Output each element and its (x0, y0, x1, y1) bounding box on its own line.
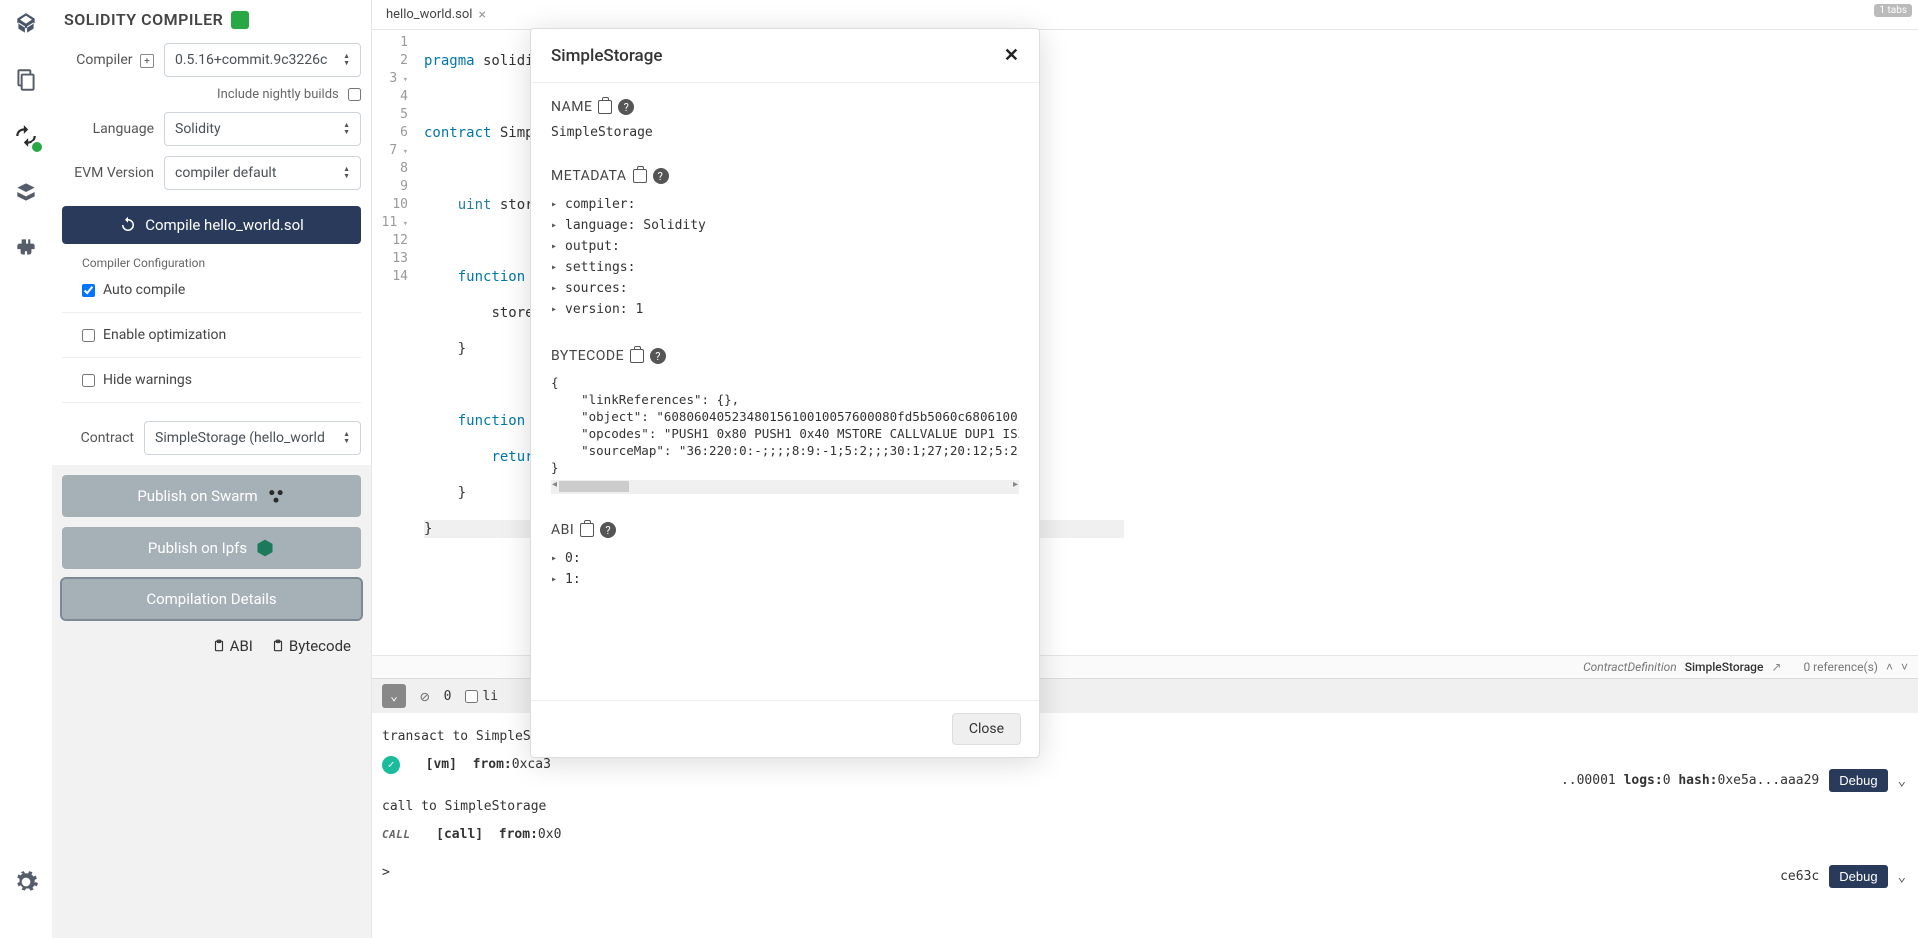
copy-abi-button[interactable]: ABI (212, 637, 253, 655)
help-icon[interactable]: ? (653, 168, 669, 184)
settings-icon[interactable] (10, 866, 42, 898)
tab-hello-world[interactable]: hello_world.sol × (378, 3, 494, 27)
publish-swarm-button[interactable]: Publish on Swarm (62, 475, 361, 517)
help-icon[interactable]: ? (618, 99, 634, 115)
book-icon[interactable] (231, 11, 249, 29)
terminal-prompt[interactable]: > (382, 859, 1908, 887)
line-gutter: 1234567891011121314 (372, 30, 416, 655)
plugin-icon[interactable] (10, 232, 42, 264)
tree-item[interactable]: version: 1 (551, 299, 1019, 320)
listen-checkbox[interactable] (465, 690, 478, 703)
tree-item[interactable]: language: Solidity (551, 215, 1019, 236)
pending-count: 0 (444, 689, 452, 704)
chevron-down-icon[interactable]: ˅ (1901, 660, 1908, 674)
compiler-panel: SOLIDITY COMPILER Compiler + 0.5.16+comm… (52, 0, 372, 938)
icon-sidebar (0, 0, 52, 938)
compilation-details-modal: SimpleStorage ✕ NAME ? SimpleStorage MET… (530, 28, 1040, 758)
language-label: Language (62, 121, 154, 137)
tree-item[interactable]: output: (551, 236, 1019, 257)
tree-item[interactable]: sources: (551, 278, 1019, 299)
tree-item[interactable]: compiler: (551, 194, 1019, 215)
bytecode-content: { "linkReferences": {}, "object": "60806… (551, 374, 1019, 476)
modal-close-button[interactable]: Close (952, 713, 1021, 745)
clipboard-icon[interactable] (598, 100, 612, 114)
evm-label: EVM Version (62, 165, 154, 181)
contract-select[interactable]: SimpleStorage (hello_world (144, 421, 361, 455)
compilation-details-button[interactable]: Compilation Details (62, 579, 361, 619)
terminal-row-right: ce63c Debug ⌄ (1780, 865, 1906, 888)
nightly-checkbox[interactable] (348, 88, 361, 101)
tree-item[interactable]: 0: (551, 548, 1019, 569)
call-tag: CALL (382, 821, 411, 849)
close-tab-icon[interactable]: × (478, 7, 485, 23)
terminal-line: CALL [call] from:0x0 (382, 821, 1908, 849)
optimization-checkbox[interactable] (82, 329, 95, 342)
modal-close-icon[interactable]: ✕ (1004, 45, 1019, 66)
terminal-line: call to SimpleStorage (382, 793, 1908, 821)
copy-bytecode-button[interactable]: Bytecode (271, 637, 351, 655)
help-icon[interactable]: ? (650, 348, 666, 364)
nightly-row: Include nightly builds (62, 87, 361, 102)
terminal-toggle-icon[interactable]: ⌄ (382, 684, 406, 708)
autocompile-label: Auto compile (103, 282, 185, 298)
help-icon[interactable]: ? (600, 522, 616, 538)
share-icon[interactable]: ↗ (1771, 660, 1781, 674)
contract-label: Contract (62, 430, 134, 446)
clipboard-icon[interactable] (630, 349, 644, 363)
plus-icon[interactable]: + (140, 54, 154, 68)
compiler-label: Compiler + (62, 52, 154, 69)
panel-title: SOLIDITY COMPILER (62, 10, 361, 29)
clipboard-icon[interactable] (580, 523, 594, 537)
modal-title: SimpleStorage (551, 46, 662, 66)
file-explorer-icon[interactable] (10, 64, 42, 96)
expand-icon[interactable]: ⌄ (1898, 869, 1906, 885)
editor-tabs: hello_world.sol × 1 tabs (372, 0, 1918, 30)
section-bytecode-title: BYTECODE ? (551, 348, 1019, 364)
evm-select[interactable]: compiler default (164, 156, 361, 190)
tree-item[interactable]: 1: (551, 569, 1019, 590)
terminal-row-right: ..00001 logs:0 hash:0xe5a...aaa29 Debug … (1561, 769, 1906, 792)
compile-button[interactable]: Compile hello_world.sol (62, 206, 361, 244)
refresh-icon (119, 216, 137, 234)
debug-button[interactable]: Debug (1829, 769, 1887, 792)
optimization-label: Enable optimization (103, 327, 226, 343)
success-badge-icon (30, 140, 44, 154)
debug-button[interactable]: Debug (1829, 865, 1887, 888)
expand-icon[interactable]: ⌄ (1898, 773, 1906, 789)
hidewarnings-checkbox[interactable] (82, 374, 95, 387)
chevron-up-icon[interactable]: ˄ (1886, 660, 1893, 674)
hidewarnings-label: Hide warnings (103, 372, 192, 388)
name-value: SimpleStorage (551, 125, 1019, 140)
section-metadata-title: METADATA ? (551, 168, 1019, 184)
copy-row: ABI Bytecode (62, 629, 361, 663)
config-header: Compiler Configuration (62, 256, 361, 270)
section-abi-title: ABI ? (551, 522, 1019, 538)
horizontal-scrollbar[interactable] (551, 480, 1019, 494)
compiler-icon[interactable] (10, 120, 42, 152)
autocompile-checkbox[interactable] (82, 284, 95, 297)
swarm-icon (266, 486, 286, 506)
tree-item[interactable]: settings: (551, 257, 1019, 278)
check-icon: ✓ (382, 756, 400, 774)
ban-icon[interactable]: ⊘ (420, 687, 430, 706)
clipboard-icon[interactable] (633, 169, 647, 183)
ipfs-icon (255, 538, 275, 558)
remix-logo-icon[interactable] (10, 8, 42, 40)
deploy-icon[interactable] (10, 176, 42, 208)
publish-ipfs-button[interactable]: Publish on Ipfs (62, 527, 361, 569)
tabs-count-badge: 1 tabs (1874, 4, 1912, 17)
language-select[interactable]: Solidity (164, 112, 361, 146)
section-name-title: NAME ? (551, 99, 1019, 115)
compiler-select[interactable]: 0.5.16+commit.9c3226c (164, 43, 361, 77)
